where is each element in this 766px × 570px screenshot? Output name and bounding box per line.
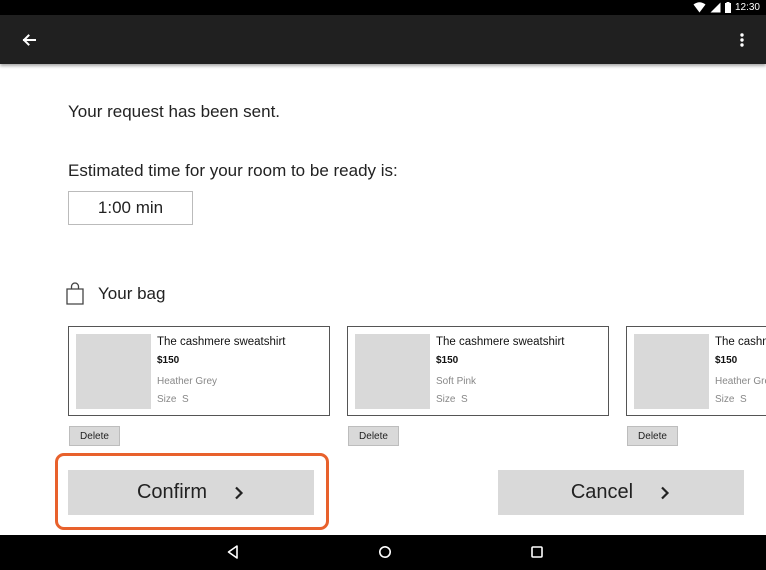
arrow-back-icon xyxy=(22,34,36,46)
shopping-bag-icon xyxy=(66,282,84,305)
product-color: Heather Grey xyxy=(715,376,766,387)
product-price: $150 xyxy=(157,355,180,366)
battery-icon xyxy=(724,2,731,13)
cancel-button[interactable]: Cancel xyxy=(498,470,744,515)
size-value: S xyxy=(182,394,189,405)
product-image xyxy=(76,334,151,409)
product-image xyxy=(634,334,709,409)
size-label: Size xyxy=(157,394,177,405)
delete-button[interactable]: Delete xyxy=(348,426,399,446)
product-title: The cashmere sweatshirt xyxy=(157,336,286,348)
size-value: S xyxy=(740,394,747,405)
signal-icon xyxy=(710,2,721,13)
delete-button[interactable]: Delete xyxy=(69,426,120,446)
size-value: S xyxy=(461,394,468,405)
status-icons: 12:30 xyxy=(693,1,760,14)
product-title: The cashmere sweatshirt xyxy=(436,336,565,348)
nav-recents-icon[interactable] xyxy=(529,544,545,560)
chevron-right-icon xyxy=(661,486,670,499)
product-price: $150 xyxy=(436,355,459,366)
nav-back-icon[interactable] xyxy=(225,544,241,560)
product-color: Soft Pink xyxy=(436,376,477,387)
app-bar xyxy=(0,15,766,64)
status-bar: 12:30 xyxy=(0,0,766,15)
more-options-button[interactable] xyxy=(730,28,754,52)
size-label: Size xyxy=(715,394,735,405)
eta-value-box: 1:00 min xyxy=(68,191,193,225)
wifi-icon xyxy=(693,2,706,13)
system-nav-bar xyxy=(0,535,766,570)
product-size: Size S xyxy=(715,394,747,405)
bag-item-card: The cashmere sweatshirt $150 Heather Gre… xyxy=(68,326,330,416)
size-label: Size xyxy=(436,394,456,405)
chevron-right-icon xyxy=(235,486,244,499)
more-vert-icon xyxy=(740,33,744,47)
confirm-button[interactable]: Confirm xyxy=(68,470,314,515)
bag-title: Your bag xyxy=(98,284,166,303)
nav-home-icon[interactable] xyxy=(377,544,393,560)
back-button[interactable] xyxy=(17,28,41,52)
confirm-label: Confirm xyxy=(136,481,207,503)
bag-item-card: The cashmere sweatshirt $150 Heather Gre… xyxy=(626,326,766,416)
product-image xyxy=(355,334,430,409)
eta-value: 1:00 min xyxy=(97,198,164,217)
cancel-label: Cancel xyxy=(570,481,634,503)
delete-button[interactable]: Delete xyxy=(627,426,678,446)
product-title: The cashmere sweatshirt xyxy=(715,336,766,348)
product-color: Heather Grey xyxy=(157,376,218,387)
product-price: $150 xyxy=(715,355,738,366)
status-time: 12:30 xyxy=(734,2,760,13)
product-size: Size S xyxy=(436,394,468,405)
eta-label: Estimated time for your room to be ready… xyxy=(68,161,398,180)
product-size: Size S xyxy=(157,394,189,405)
bag-item-card: The cashmere sweatshirt $150 Soft Pink S… xyxy=(347,326,609,416)
request-sent-message: Your request has been sent. xyxy=(68,102,281,121)
